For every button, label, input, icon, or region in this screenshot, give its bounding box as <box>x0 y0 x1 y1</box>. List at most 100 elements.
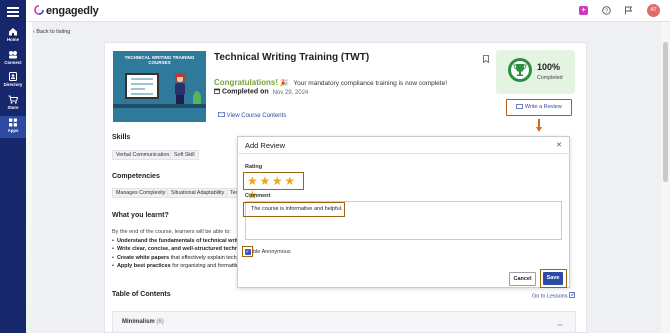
toc-heading: Table of Contents <box>112 291 171 298</box>
competencies-heading: Competencies <box>112 173 160 180</box>
back-link[interactable]: ‹ Back to listing <box>33 29 70 35</box>
toc-section-row[interactable]: Minimalism (6) ︿ <box>112 311 576 333</box>
add-review-modal: Add Review ✕ Rating ★ ★ ★ ★ ★ Comment Th… <box>237 136 571 288</box>
progress-label: Completed <box>537 75 563 81</box>
write-review-label: Write a Review <box>524 104 562 110</box>
learn-bullet: Apply best practices for organizing and … <box>112 263 239 269</box>
modal-header: Add Review ✕ <box>238 137 571 154</box>
svg-text:?: ? <box>605 9 608 15</box>
brand-name: engagedly <box>46 5 99 17</box>
skill-chip: Soft Skill <box>170 150 199 160</box>
course-title: Technical Writing Training (TWT) <box>214 52 370 63</box>
learn-bullet-bold: Understand the fundamentals of technical… <box>116 238 242 244</box>
learn-bullet-text: that effectively explain tech <box>169 255 237 261</box>
thumbnail-title: TECHNICAL WRITING TRAINING COURSES <box>124 55 195 65</box>
learn-bullet: Write clear, concise, and well-structure… <box>112 246 243 252</box>
skills-heading: Skills <box>112 134 131 141</box>
learn-bullet-bold: Apply best practices <box>116 263 171 269</box>
star-icon[interactable]: ★ <box>259 174 270 188</box>
progress-percent: 100% <box>537 62 561 72</box>
write-review-button[interactable]: Write a Review <box>506 99 572 116</box>
course-thumbnail: TECHNICAL WRITING TRAINING COURSES <box>113 51 206 122</box>
save-button[interactable]: Save <box>543 272 563 285</box>
star-icon[interactable]: ★ <box>272 174 283 188</box>
nav-label-store: Store <box>7 105 19 110</box>
nav-label-home: Home <box>7 37 19 42</box>
anonymous-checkbox[interactable]: ✓ <box>244 248 251 255</box>
cancel-button[interactable]: Cancel <box>509 272 536 286</box>
monitor-illustration <box>125 73 159 99</box>
learn-bullet-bold: Write clear, concise, and well-structure… <box>116 246 243 252</box>
directory-icon <box>9 72 17 81</box>
learn-bullet: Understand the fundamentals of technical… <box>112 238 242 244</box>
brand-logo[interactable]: engagedly <box>34 5 99 17</box>
nav-item-apps[interactable]: Apps <box>0 116 26 138</box>
nav-item-directory[interactable]: Directory <box>0 70 26 92</box>
engagedly-logo-icon <box>34 5 44 15</box>
nav-label-directory: Directory <box>3 82 23 87</box>
star-icon[interactable]: ★ <box>247 174 258 188</box>
book-icon <box>218 112 225 118</box>
nav-label-connect: Connect <box>4 60 22 65</box>
congrats-message: Your mandatory compliance training is no… <box>293 80 448 87</box>
scrollbar-thumb[interactable] <box>663 42 668 182</box>
review-icon <box>516 103 524 109</box>
congrats-banner: Congratulations! 🎉 Your mandatory compli… <box>214 78 447 87</box>
bookmark-icon[interactable] <box>483 55 489 63</box>
completed-label: Completed on <box>221 88 269 96</box>
competency-chip: Situational Adaptability <box>167 188 229 198</box>
chevron-up-icon[interactable]: ︿ <box>557 319 563 328</box>
nav-item-store[interactable]: Store <box>0 93 26 115</box>
comment-label: Comment <box>245 193 271 199</box>
connect-icon <box>9 51 17 59</box>
congrats-title: Congratulations! <box>214 78 278 87</box>
close-icon[interactable]: ✕ <box>556 141 562 149</box>
star-icon[interactable]: ★ <box>284 174 295 188</box>
toc-row-count: (6) <box>156 319 164 325</box>
nav-item-home[interactable]: Home <box>0 25 26 47</box>
back-link-label: Back to listing <box>36 29 71 35</box>
nav-label-apps: Apps <box>7 128 19 133</box>
rating-label: Rating <box>245 164 263 170</box>
comment-input[interactable]: The course is informative and helpful. <box>245 201 562 240</box>
toc-section-title: Minimalism (6) <box>122 319 164 325</box>
learn-bullet: Create white papers that effectively exp… <box>112 255 237 261</box>
help-icon[interactable]: ? <box>601 6 611 15</box>
save-button-highlight: Save <box>540 269 567 288</box>
anonymous-checkbox-highlight[interactable]: ✓ <box>242 246 253 257</box>
left-nav: Home Connect Directory Store Apps <box>0 0 26 333</box>
skill-chip: Verbal Communication <box>112 150 174 160</box>
page-scrollbar[interactable] <box>661 22 670 333</box>
home-icon <box>9 28 17 36</box>
top-bar: engagedly + ? AT <box>26 0 670 22</box>
plant-illustration <box>193 91 201 105</box>
nav-item-connect[interactable]: Connect <box>0 48 26 70</box>
view-course-contents-link[interactable]: View Course Contents <box>218 112 286 119</box>
toc-row-title: Minimalism <box>122 319 155 325</box>
external-link-icon <box>569 292 575 298</box>
top-icons: + ? AT <box>567 4 660 18</box>
completion-info: Completed on Nov 29, 2024 <box>214 88 308 96</box>
flag-icon[interactable] <box>624 6 633 15</box>
plus-icon[interactable]: + <box>578 6 588 15</box>
competency-chip: Manages Complexity <box>112 188 170 198</box>
anonymous-label: ble Anonymous <box>253 249 291 255</box>
learn-bullet-text: for organizing and formattin <box>170 263 240 269</box>
party-icon: 🎉 <box>279 80 289 87</box>
rating-stars: ★ ★ ★ ★ ★ <box>243 172 304 202</box>
go-to-lessons-link[interactable]: Go to Lessons <box>532 292 575 300</box>
progress-ring <box>508 58 532 82</box>
completed-date: Nov 29, 2024 <box>272 89 309 96</box>
trophy-icon <box>513 64 527 76</box>
learn-heading: What you learnt? <box>112 212 169 219</box>
view-contents-label: View Course Contents <box>226 113 287 119</box>
apps-icon <box>9 118 17 127</box>
calendar-icon <box>214 88 220 94</box>
menu-icon[interactable] <box>7 7 19 17</box>
person-illustration <box>175 73 185 105</box>
go-lessons-label: Go to Lessons <box>532 293 568 300</box>
learn-intro: By the end of the course, learners will … <box>112 229 231 235</box>
avatar[interactable]: AT <box>647 4 660 17</box>
background-strip <box>26 22 32 333</box>
cart-icon <box>8 95 18 104</box>
